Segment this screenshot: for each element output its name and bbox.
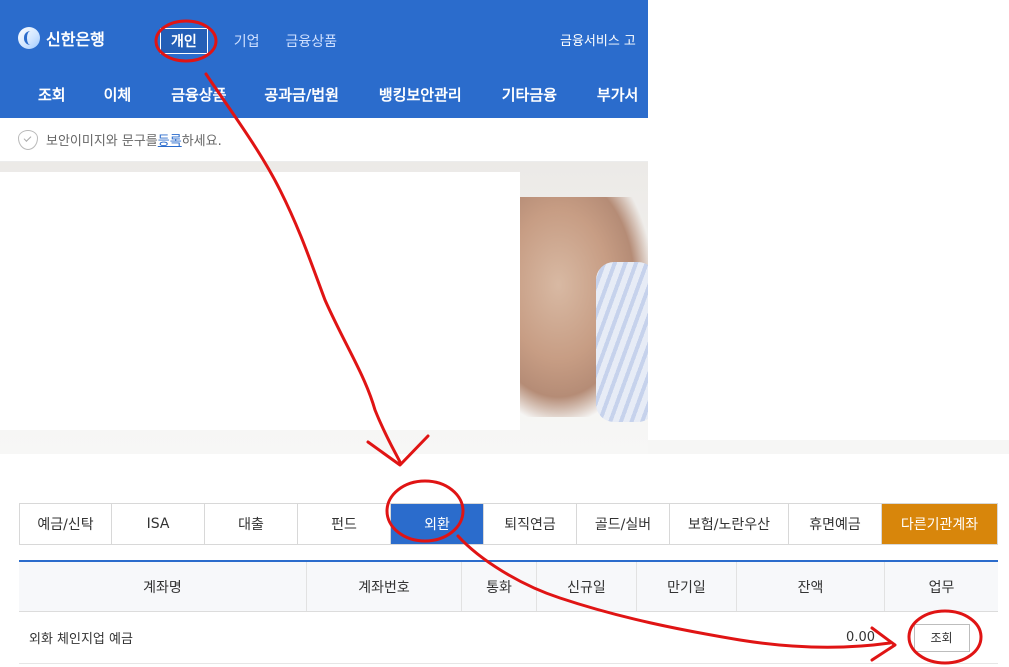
main-nav-extra[interactable]: 부가서 (597, 84, 638, 105)
inquiry-button[interactable]: 조회 (913, 623, 970, 652)
util-menu[interactable]: 금융서비스 고 (560, 30, 636, 49)
col-maturity-date: 만기일 (637, 562, 737, 611)
tab-gold-silver[interactable]: 골드/실버 (577, 504, 670, 544)
account-tabs: 예금/신탁 ISA 대출 펀드 외환 퇴직연금 골드/실버 보험/노란우산 휴면… (19, 503, 998, 545)
col-account-name: 계좌명 (19, 562, 307, 611)
table-header: 계좌명 계좌번호 통화 신규일 만기일 잔액 업무 (19, 560, 998, 612)
account-table: 계좌명 계좌번호 통화 신규일 만기일 잔액 업무 외화 체인지업 예금 0.0… (19, 560, 998, 664)
tab-insurance[interactable]: 보험/노란우산 (670, 504, 789, 544)
main-nav-inquiry[interactable]: 조회 (38, 84, 66, 105)
main-nav-security[interactable]: 뱅킹보안관리 (379, 84, 462, 105)
register-link[interactable]: 등록 (158, 130, 182, 149)
hero-edge (648, 440, 1009, 454)
tab-deposit-trust[interactable]: 예금/신탁 (20, 504, 112, 544)
shield-check-icon (18, 129, 38, 150)
main-nav-products[interactable]: 금융상품 (171, 84, 226, 105)
col-balance: 잔액 (737, 562, 885, 611)
main-nav: 조회 이체 금융상품 공과금/법원 뱅킹보안관리 기타금융 부가서 (0, 70, 638, 118)
tab-other-institution-accounts[interactable]: 다른기관계좌 (882, 504, 997, 544)
row-account-name: 외화 체인지업 예금 (29, 632, 133, 647)
notice-text-before: 보안이미지와 문구를 (46, 134, 158, 149)
brand-logo[interactable]: 신한은행 (18, 26, 105, 50)
col-open-date: 신규일 (537, 562, 637, 611)
security-notice: 보안이미지와 문구를 등록 하세요. (0, 118, 648, 162)
tab-loan[interactable]: 대출 (205, 504, 298, 544)
table-row: 외화 체인지업 예금 0.00 조회 (19, 612, 998, 664)
tab-fund[interactable]: 펀드 (298, 504, 391, 544)
top-nav: 개인 기업 금융상품 (160, 28, 363, 54)
main-nav-transfer[interactable]: 이체 (104, 84, 132, 105)
tab-retirement-pension[interactable]: 퇴직연금 (484, 504, 577, 544)
main-nav-utility-court[interactable]: 공과금/법원 (264, 84, 338, 105)
hero-sleeve-image (596, 262, 648, 422)
top-nav-business[interactable]: 기업 (234, 31, 260, 51)
shinhan-logo-icon (18, 27, 40, 49)
col-currency: 통화 (462, 562, 537, 611)
tab-foreign-exchange[interactable]: 외환 (391, 504, 484, 544)
hero-blank-panel (0, 172, 520, 430)
tab-dormant-deposit[interactable]: 휴면예금 (789, 504, 882, 544)
row-balance: 0.00 (846, 630, 875, 645)
top-nav-personal[interactable]: 개인 (160, 28, 208, 54)
notice-text-after: 하세요. (181, 134, 222, 149)
brand-name: 신한은행 (46, 30, 105, 49)
main-nav-other-finance[interactable]: 기타금융 (502, 84, 557, 105)
top-nav-products[interactable]: 금융상품 (286, 31, 338, 51)
tab-isa[interactable]: ISA (112, 504, 205, 544)
col-account-number: 계좌번호 (307, 562, 462, 611)
hero-banner (0, 162, 648, 454)
site-header: 신한은행 개인 기업 금융상품 금융서비스 고 조회 이체 금융상품 공과금/법… (0, 0, 648, 118)
col-action: 업무 (928, 579, 955, 596)
